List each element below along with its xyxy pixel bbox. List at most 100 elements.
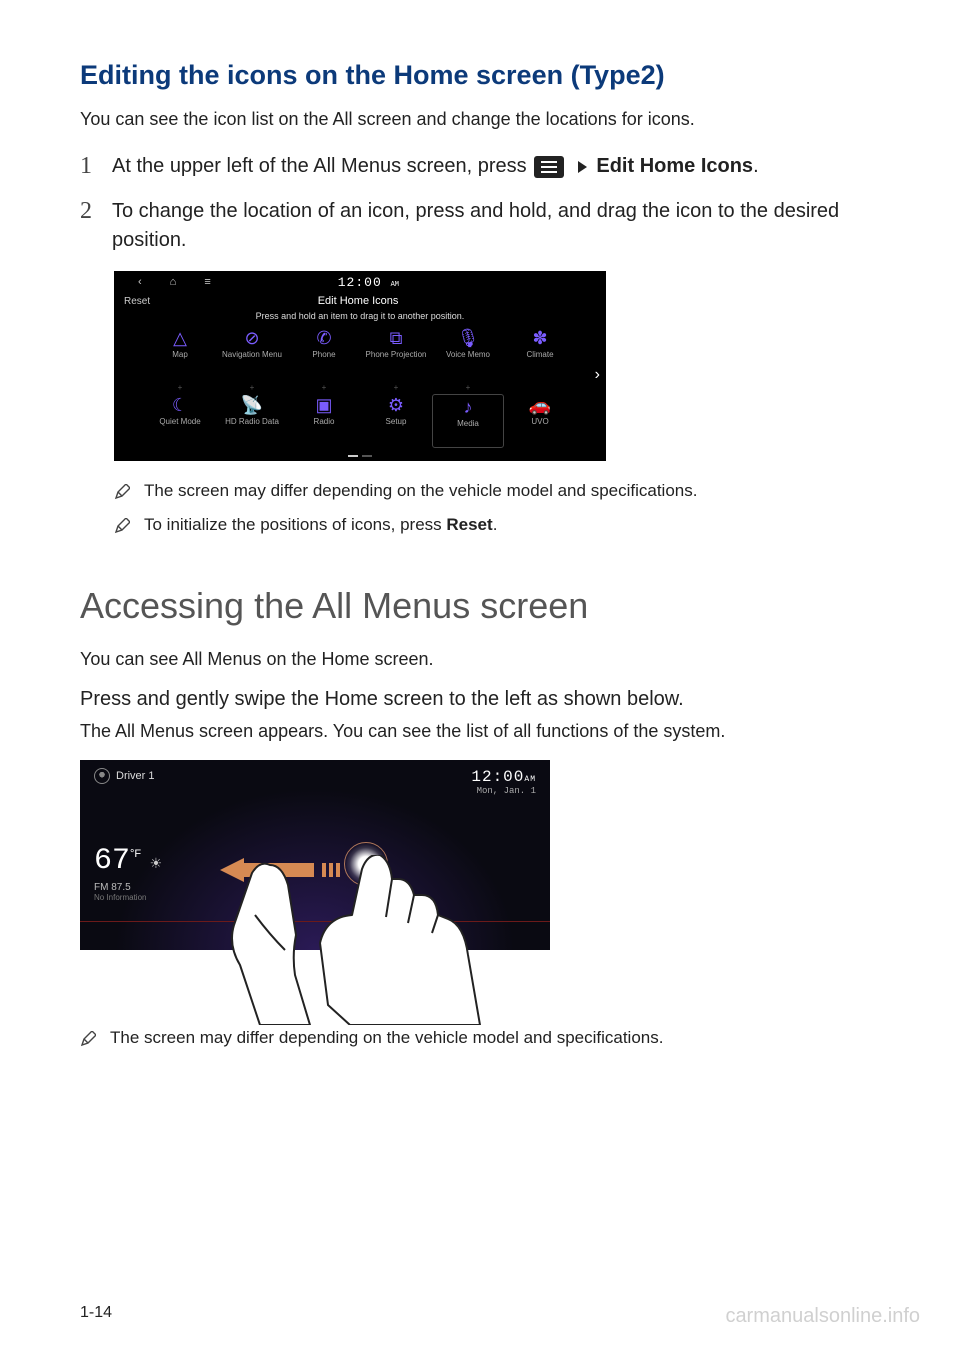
clock: 12:00 AM [211,275,526,290]
setup-icon: ⚙ [385,394,407,416]
icon-quiet[interactable]: ☾ Quiet Mode [144,394,216,448]
quiet-mode-icon: ☾ [169,394,191,416]
step-1: 1 At the upper left of the All Menus scr… [80,152,880,181]
page-number: 1-14 [80,1304,112,1322]
icon-climate[interactable]: ✽ Climate [504,327,576,381]
section-intro: You can see the icon list on the All scr… [80,109,880,130]
icon-label: HD Radio Data [225,418,279,427]
icon-label: Phone Projection [366,351,427,360]
section2-intro: You can see All Menus on the Home screen… [80,649,880,670]
step-text: At the upper left of the All Menus scree… [112,152,880,181]
icon-label: Phone [312,351,335,360]
weather-icon: ☀ [150,855,163,871]
map-icon: △ [169,327,191,349]
driver-name: Driver 1 [116,770,155,782]
shot2-topbar: Driver 1 12:00AM Mon, Jan. 1 [80,760,550,796]
screenshot-home-swipe: Driver 1 12:00AM Mon, Jan. 1 67°F ☀ FM 8… [80,760,570,1018]
note-2: The screen may differ depending on the v… [80,1028,880,1048]
climate-icon: ✽ [529,327,551,349]
step-number: 1 [80,152,98,181]
radio-widget: FM 87.5 No Information [94,882,146,902]
clock-time: 12:00 [338,275,382,290]
chevron-up-icon[interactable]: ▴ [400,917,405,928]
media-icon: ♪ [457,396,479,418]
icon-setup[interactable]: ⚙ Setup [360,394,432,448]
triangle-right-icon [578,161,587,173]
home-screen[interactable]: Driver 1 12:00AM Mon, Jan. 1 67°F ☀ FM 8… [80,760,550,950]
radio-info: No Information [94,893,146,902]
clock-ampm: AM [524,775,536,784]
clock-block: 12:00AM Mon, Jan. 1 [471,768,536,796]
uvo-icon: 🚗 [529,394,551,416]
touch-point-icon [344,842,388,886]
clock-date: Mon, Jan. 1 [471,786,536,796]
shot1-hint: Press and hold an item to drag it to ano… [114,307,606,327]
step1-pre: At the upper left of the All Menus scree… [112,155,532,177]
icon-radio[interactable]: ▣ Radio [288,394,360,448]
shot1-header: Edit Home Icons [150,295,566,307]
back-icon[interactable]: ‹ [138,276,142,288]
step-2: 2 To change the location of an icon, pre… [80,197,880,255]
icon-hdradio[interactable]: 📡 HD Radio Data [216,394,288,448]
icon-voice[interactable]: 🎙 Voice Memo [432,327,504,381]
hd-radio-icon: 📡 [241,394,263,416]
pencil-icon [114,518,130,534]
icon-label: Voice Memo [446,351,490,360]
note1b-post: . [493,515,498,534]
icon-phone[interactable]: ✆ Phone [288,327,360,381]
icon-grid: △ Map ⊘ Navigation Menu ✆ Phone ⧉ Phone Proj… [114,327,606,448]
note-1a: The screen may differ depending on the v… [114,481,880,501]
icon-label: Climate [526,351,553,360]
icon-map[interactable]: △ Map [144,327,216,381]
avatar-icon [94,768,110,784]
step1-period: . [753,155,759,177]
radio-station: FM 87.5 [94,882,146,893]
section-title: Editing the icons on the Home screen (Ty… [80,60,880,91]
section2-heading: Accessing the All Menus screen [80,585,880,627]
icon-uvo[interactable]: 🚗 UVO [504,394,576,448]
phone-icon: ✆ [313,327,335,349]
step1-post: Edit Home Icons [596,155,753,177]
temp-unit: °F [130,848,141,860]
section2-action: Press and gently swipe the Home screen t… [80,688,880,711]
step-number: 2 [80,197,98,255]
clock-time: 12:00 [471,768,524,786]
step-text: To change the location of an icon, press… [112,197,880,255]
shot1-row2: Reset Edit Home Icons [114,293,606,307]
icon-label: Media [457,420,479,429]
home-icon[interactable]: ⌂ [170,276,177,288]
icon-label: Radio [314,418,335,427]
icon-label: UVO [531,418,548,427]
note-text: The screen may differ depending on the v… [110,1028,663,1048]
icon-label: Map [172,351,188,360]
driver-label[interactable]: Driver 1 [94,768,155,784]
note-text: To initialize the positions of icons, pr… [144,515,497,535]
note1b-bold: Reset [446,515,492,534]
swipe-arrow-icon [220,858,330,882]
navigation-icon: ⊘ [241,327,263,349]
temp-value: 67 [94,844,130,878]
note-text: The screen may differ depending on the v… [144,481,697,501]
icon-projection[interactable]: ⧉ Phone Projection [360,327,432,381]
icon-navigation[interactable]: ⊘ Navigation Menu [216,327,288,381]
clock-ampm: AM [391,281,399,289]
shot1-topbar: ‹ ⌂ ≡ 12:00 AM [114,271,606,293]
temperature-widget: 67°F ☀ [94,844,162,878]
icon-media[interactable]: ♪ Media [432,394,504,448]
radio-icon: ▣ [313,394,335,416]
projection-icon: ⧉ [385,327,407,349]
divider-line [80,921,550,922]
pencil-icon [114,484,130,500]
icon-label: Quiet Mode [159,418,200,427]
pencil-icon [80,1031,96,1047]
icon-label: Navigation Menu [222,351,282,360]
voice-memo-icon: 🎙 [457,327,479,349]
page-indicator [348,455,372,457]
menu-icon [534,156,564,178]
icon-label: Setup [386,418,407,427]
section2-result: The All Menus screen appears. You can se… [80,721,880,742]
note-1b: To initialize the positions of icons, pr… [114,515,880,535]
reset-button[interactable]: Reset [124,296,150,307]
note1b-pre: To initialize the positions of icons, pr… [144,515,446,534]
chevron-right-icon[interactable]: › [595,366,600,384]
